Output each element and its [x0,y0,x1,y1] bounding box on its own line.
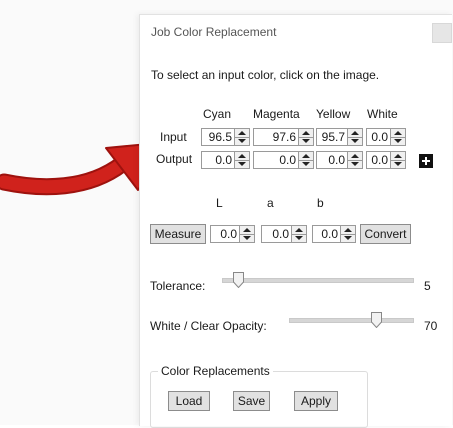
spin-up-icon[interactable] [391,152,405,160]
input-yellow-spinner[interactable]: 95.7 [316,128,363,146]
input-cyan-spinner[interactable]: 96.5 [201,128,250,146]
spin-up-icon[interactable] [299,129,313,137]
column-header-cyan: Cyan [203,107,232,121]
window-title: Job Color Replacement [151,25,277,39]
instruction-text: To select an input color, click on the i… [151,68,380,82]
save-button[interactable]: Save [233,391,270,411]
output-white-value[interactable]: 0.0 [367,152,390,168]
lab-header-b: b [317,196,324,210]
lab-header-a: a [267,196,274,210]
opacity-value: 70 [424,319,438,333]
output-magenta-value[interactable]: 0.0 [254,152,298,168]
add-row-plus-icon[interactable] [419,154,433,168]
spin-down-icon[interactable] [391,159,405,169]
input-white-spinner[interactable]: 0.0 [366,128,406,146]
column-header-magenta: Magenta [253,107,300,121]
spin-down-icon[interactable] [235,159,249,169]
opacity-slider-track[interactable] [289,318,414,323]
tolerance-value: 5 [424,279,431,293]
close-button[interactable] [432,23,452,43]
apply-button[interactable]: Apply [294,391,338,411]
spin-down-icon[interactable] [341,233,355,243]
spin-up-icon[interactable] [348,129,362,137]
spin-down-icon[interactable] [299,159,313,169]
measure-button[interactable]: Measure [150,224,206,244]
spin-up-icon[interactable] [240,226,254,234]
spin-up-icon[interactable] [292,226,306,234]
lab-b-value[interactable]: 0.0 [313,226,340,242]
color-replacements-group: Color Replacements Load Save Apply [150,364,368,428]
lab-a-value[interactable]: 0.0 [262,226,291,242]
spin-down-icon[interactable] [299,136,313,146]
lab-a-spinner[interactable]: 0.0 [261,225,307,243]
input-row-label: Input [160,130,187,144]
lab-b-spinner[interactable]: 0.0 [312,225,356,243]
output-white-spinner[interactable]: 0.0 [366,151,406,169]
opacity-slider-thumb[interactable] [371,312,382,328]
job-color-replacement-dialog: Job Color Replacement To select an input… [139,14,452,428]
lab-l-spinner[interactable]: 0.0 [210,225,255,243]
spin-up-icon[interactable] [391,129,405,137]
lab-l-value[interactable]: 0.0 [211,226,239,242]
spin-up-icon[interactable] [235,129,249,137]
input-magenta-spinner[interactable]: 97.6 [253,128,314,146]
spin-down-icon[interactable] [348,159,362,169]
spin-down-icon[interactable] [391,136,405,146]
lab-header-l: L [216,196,223,210]
input-yellow-value[interactable]: 95.7 [317,129,347,145]
spin-up-icon[interactable] [235,152,249,160]
opacity-label: White / Clear Opacity: [150,319,267,333]
input-white-value[interactable]: 0.0 [367,129,390,145]
tolerance-slider-thumb[interactable] [233,272,244,288]
column-header-white: White [367,107,398,121]
output-row-label: Output [156,152,193,166]
spin-down-icon[interactable] [240,233,254,243]
output-cyan-value[interactable]: 0.0 [202,152,234,168]
color-replacements-label: Color Replacements [158,364,273,378]
tolerance-label: Tolerance: [150,279,206,293]
input-magenta-value[interactable]: 97.6 [254,129,298,145]
spin-down-icon[interactable] [292,233,306,243]
output-magenta-spinner[interactable]: 0.0 [253,151,314,169]
output-cyan-spinner[interactable]: 0.0 [201,151,250,169]
output-yellow-value[interactable]: 0.0 [317,152,347,168]
spin-up-icon[interactable] [299,152,313,160]
spin-up-icon[interactable] [341,226,355,234]
input-cyan-value[interactable]: 96.5 [202,129,234,145]
convert-button[interactable]: Convert [360,224,411,244]
spin-down-icon[interactable] [348,136,362,146]
load-button[interactable]: Load [168,391,210,411]
spin-up-icon[interactable] [348,152,362,160]
tolerance-slider-track[interactable] [222,278,414,283]
output-yellow-spinner[interactable]: 0.0 [316,151,363,169]
spin-down-icon[interactable] [235,136,249,146]
column-header-yellow: Yellow [316,107,351,121]
